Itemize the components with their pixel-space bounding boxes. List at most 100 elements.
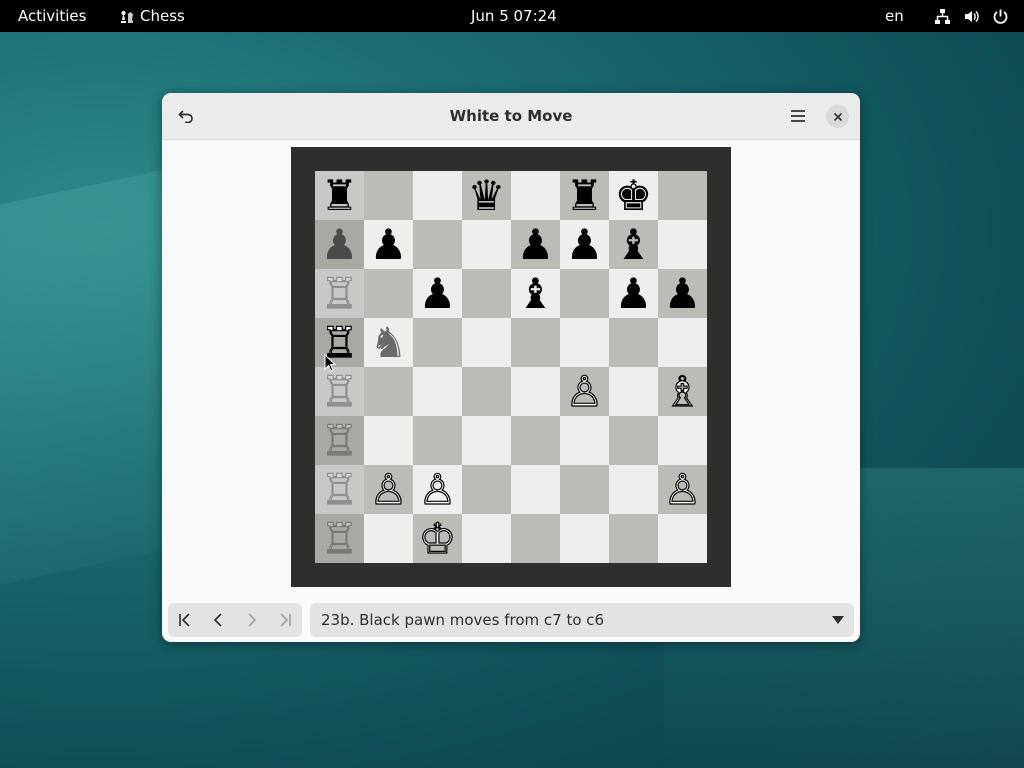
chess-piece[interactable]: ♖ [320, 513, 359, 563]
square-e6[interactable]: ♝ [511, 269, 560, 318]
square-a1[interactable]: ♖ [315, 513, 364, 564]
chess-piece[interactable]: ♜ [566, 171, 604, 220]
square-b1[interactable] [364, 514, 413, 563]
square-g4[interactable] [609, 367, 658, 416]
square-d4[interactable] [462, 367, 511, 416]
square-g2[interactable] [609, 465, 658, 514]
square-a4[interactable]: ♖ [315, 366, 364, 417]
chess-board[interactable]: ♜ ♛ ♜ ♚ ♟ ♟ ♟ ♟ ♝ ♖ ♟ ♝ ♟ ♟ ♖ ♞ ♖ ♙ ♗ ♖ ♖ ♙ ♙ ♙ ♖ ♔ [315, 171, 707, 564]
square-f2[interactable] [560, 465, 609, 514]
square-e8[interactable] [511, 171, 560, 220]
chess-piece[interactable]: ♗ [663, 366, 702, 416]
square-c8[interactable] [413, 171, 462, 220]
square-c6[interactable]: ♟ [413, 269, 462, 318]
square-e1[interactable] [511, 514, 560, 563]
app-menu[interactable]: Chess [118, 0, 185, 32]
square-c7[interactable] [413, 220, 462, 269]
square-a8[interactable]: ♜ [315, 171, 364, 220]
square-e3[interactable] [511, 416, 560, 465]
chess-piece[interactable]: ♟ [517, 220, 555, 269]
square-a6[interactable]: ♖ [315, 268, 364, 319]
chess-piece[interactable]: ♟ [566, 220, 604, 269]
square-f5[interactable] [560, 318, 609, 367]
move-history-dropdown[interactable]: 23b. Black pawn moves from c7 to c6 [310, 603, 854, 637]
square-a3[interactable]: ♖ [315, 415, 364, 466]
chess-piece[interactable]: ♝ [615, 220, 653, 269]
clock[interactable]: Jun 5 07:24 [471, 0, 557, 32]
square-g1[interactable] [609, 514, 658, 563]
square-b3[interactable] [364, 416, 413, 465]
square-f3[interactable] [560, 416, 609, 465]
chess-piece[interactable]: ♖ [320, 464, 359, 514]
square-c5[interactable] [413, 318, 462, 367]
square-d5[interactable] [462, 318, 511, 367]
next-move-button[interactable] [235, 603, 269, 637]
square-d3[interactable] [462, 416, 511, 465]
square-f1[interactable] [560, 514, 609, 563]
last-move-button[interactable] [269, 603, 303, 637]
square-h8[interactable] [658, 171, 707, 220]
chess-piece[interactable]: ♖ [320, 415, 359, 465]
chess-piece[interactable]: ♙ [369, 464, 408, 514]
main-menu-button[interactable] [784, 102, 812, 130]
square-d2[interactable] [462, 465, 511, 514]
square-h1[interactable] [658, 514, 707, 563]
first-move-button[interactable] [168, 603, 202, 637]
square-h4[interactable]: ♗ [658, 366, 707, 417]
square-b5[interactable]: ♞ [364, 318, 413, 367]
square-g6[interactable]: ♟ [609, 269, 658, 318]
square-c4[interactable] [413, 367, 462, 416]
chess-piece[interactable]: ♙ [418, 464, 457, 514]
chess-piece[interactable]: ♟ [370, 220, 408, 269]
previous-move-button[interactable] [202, 603, 236, 637]
chess-piece[interactable]: ♖ [320, 366, 359, 416]
square-e7[interactable]: ♟ [511, 220, 560, 269]
chess-piece[interactable]: ♖ [320, 268, 359, 318]
square-g5[interactable] [609, 318, 658, 367]
square-h7[interactable] [658, 220, 707, 269]
square-b7[interactable]: ♟ [364, 220, 413, 269]
square-b8[interactable] [364, 171, 413, 220]
square-h2[interactable]: ♙ [658, 464, 707, 515]
square-g8[interactable]: ♚ [609, 171, 658, 220]
system-menu[interactable] [934, 0, 1009, 32]
square-e5[interactable] [511, 318, 560, 367]
square-f6[interactable] [560, 269, 609, 318]
activities-button[interactable]: Activities [18, 0, 86, 32]
square-e4[interactable] [511, 367, 560, 416]
chess-piece[interactable]: ♚ [615, 171, 653, 220]
chess-piece[interactable]: ♝ [517, 269, 555, 318]
square-c3[interactable] [413, 416, 462, 465]
chess-piece[interactable]: ♞ [370, 318, 408, 367]
square-d6[interactable] [462, 269, 511, 318]
chess-piece[interactable]: ♔ [418, 513, 457, 563]
square-b6[interactable] [364, 269, 413, 318]
language-indicator[interactable]: en [885, 0, 904, 32]
chess-piece[interactable]: ♟ [419, 269, 457, 318]
square-f7[interactable]: ♟ [560, 220, 609, 269]
chess-piece[interactable]: ♜ [321, 171, 359, 220]
square-g3[interactable] [609, 416, 658, 465]
square-f8[interactable]: ♜ [560, 171, 609, 220]
square-g7[interactable]: ♝ [609, 220, 658, 269]
square-d7[interactable] [462, 220, 511, 269]
square-b2[interactable]: ♙ [364, 464, 413, 515]
square-a5[interactable]: ♖ [315, 317, 364, 368]
square-b4[interactable] [364, 367, 413, 416]
chess-piece[interactable]: ♟ [321, 220, 359, 269]
chess-piece[interactable]: ♟ [664, 269, 702, 318]
square-a7[interactable]: ♟ [315, 220, 364, 269]
chess-piece[interactable]: ♙ [663, 464, 702, 514]
chess-piece[interactable]: ♙ [565, 366, 604, 416]
square-a2[interactable]: ♖ [315, 464, 364, 515]
chess-piece[interactable]: ♛ [468, 171, 506, 220]
square-h3[interactable] [658, 416, 707, 465]
square-h6[interactable]: ♟ [658, 269, 707, 318]
square-c2[interactable]: ♙ [413, 464, 462, 515]
square-h5[interactable] [658, 318, 707, 367]
square-c1[interactable]: ♔ [413, 513, 462, 564]
square-d1[interactable] [462, 514, 511, 563]
square-d8[interactable]: ♛ [462, 171, 511, 220]
chess-piece[interactable]: ♟ [615, 269, 653, 318]
square-f4[interactable]: ♙ [560, 366, 609, 417]
